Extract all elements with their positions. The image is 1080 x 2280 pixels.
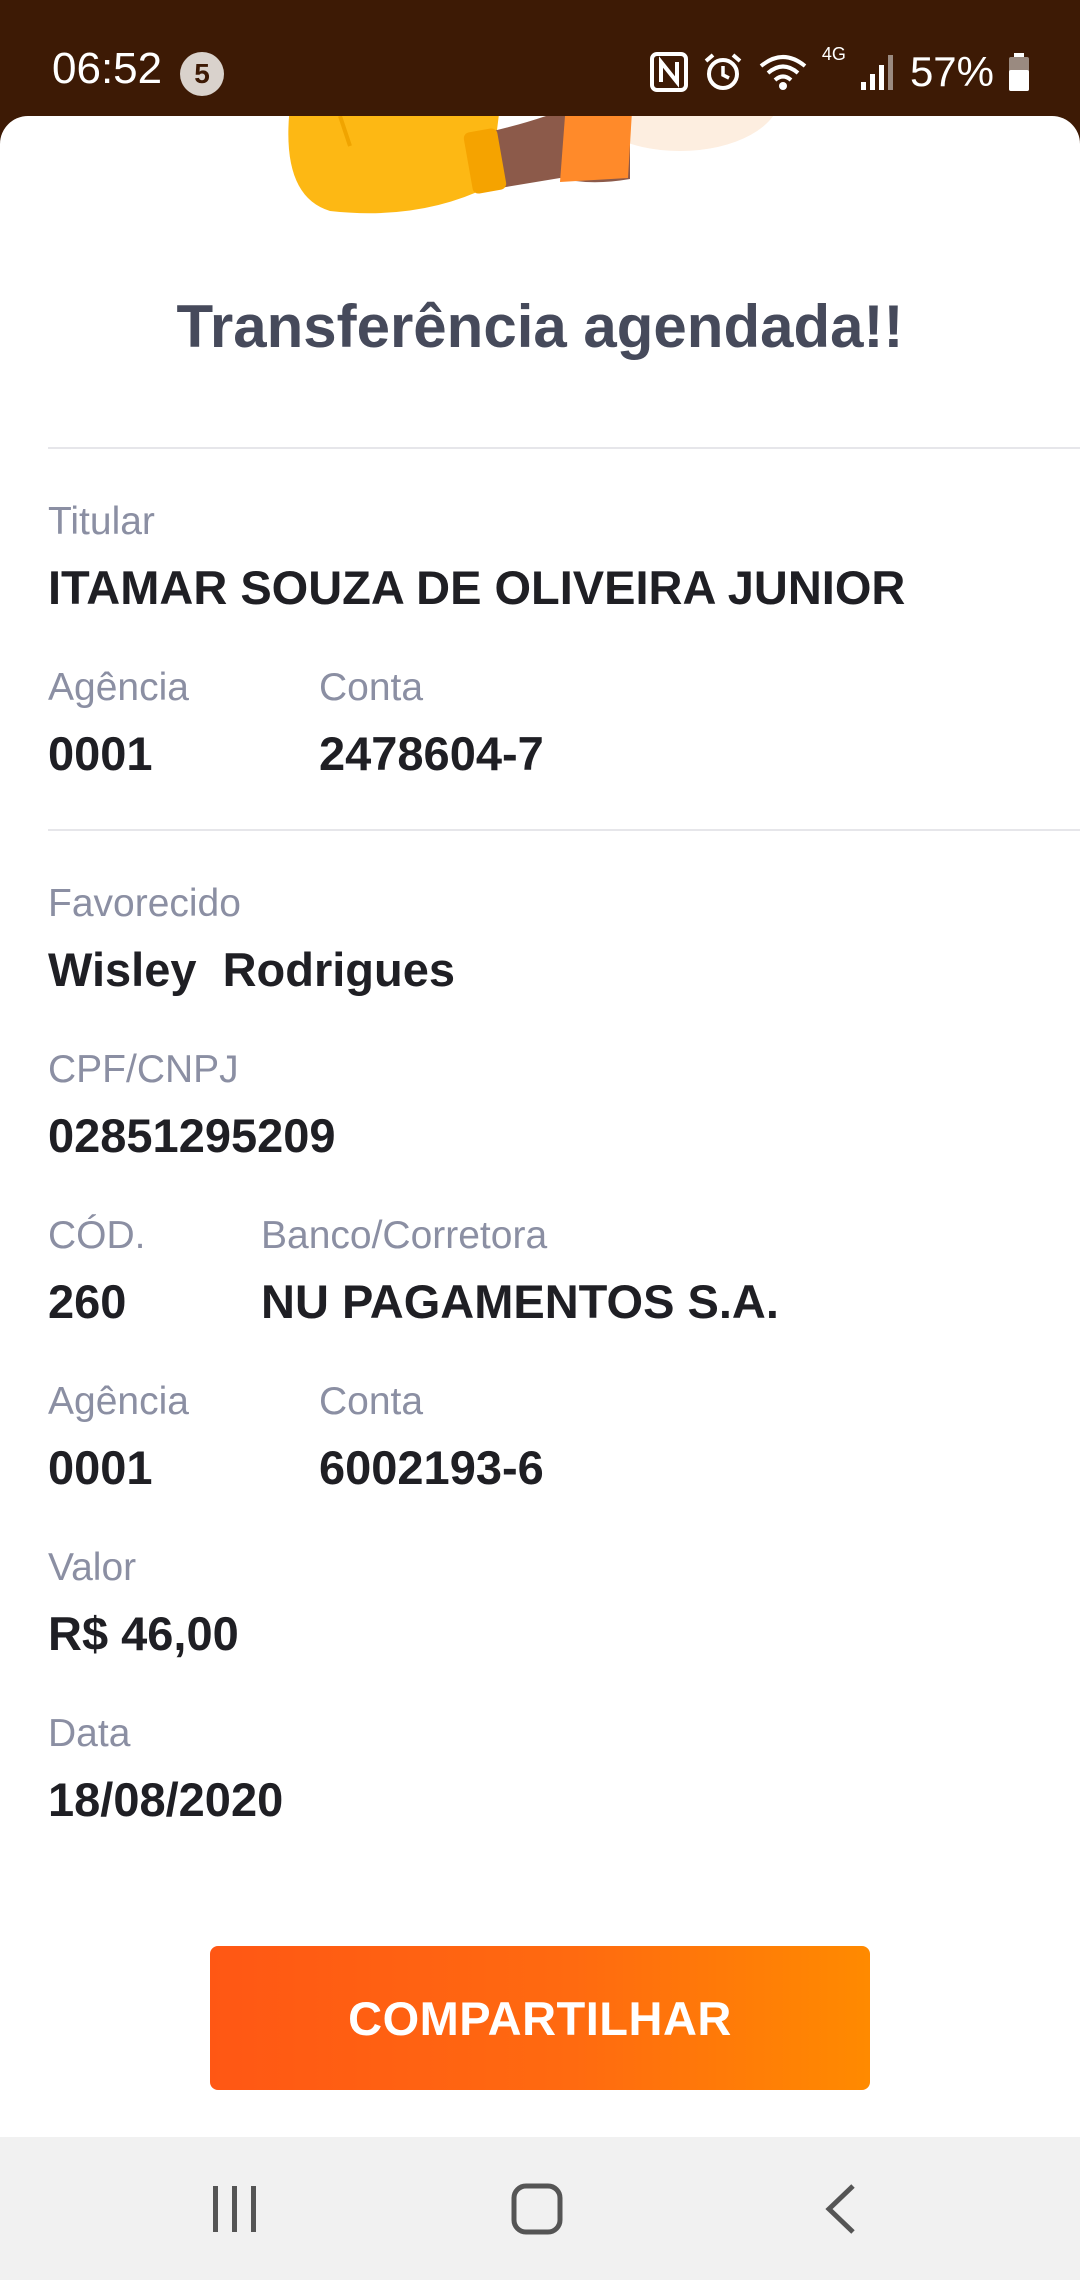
bank-code-label: CÓD.	[48, 1214, 146, 1257]
status-bar: 06:52 5 4G 57%	[0, 0, 1080, 118]
bank-name-value: NU PAGAMENTOS S.A.	[261, 1275, 779, 1328]
home-button[interactable]	[437, 2137, 637, 2280]
data-label: Data	[48, 1712, 131, 1755]
valor-value: R$ 46,00	[48, 1607, 239, 1660]
titular-conta-label: Conta	[319, 666, 424, 709]
favorecido-agencia-label: Agência	[48, 1380, 189, 1423]
titular-name: ITAMAR SOUZA DE OLIVEIRA JUNIOR	[48, 561, 906, 614]
back-icon	[825, 2183, 855, 2234]
cpf-cnpj-value: 02851295209	[48, 1109, 336, 1162]
titular-agencia-value: 0001	[48, 727, 153, 780]
status-time: 06:52	[52, 44, 163, 93]
system-nav-bar	[0, 2137, 1080, 2280]
recent-apps-icon	[213, 2185, 256, 2232]
cpf-cnpj-label: CPF/CNPJ	[48, 1048, 239, 1091]
favorecido-conta-value: 6002193-6	[319, 1441, 544, 1494]
bank-code-value: 260	[48, 1275, 127, 1328]
valor-label: Valor	[48, 1546, 137, 1589]
transfer-receipt-sheet: Transferência agendada!! Titular ITAMAR …	[0, 116, 1080, 2137]
signal-icon	[860, 52, 896, 92]
titular-agencia-label: Agência	[48, 666, 189, 709]
home-icon	[511, 2183, 563, 2234]
titular-label: Titular	[48, 500, 155, 543]
recent-apps-button[interactable]	[135, 2137, 335, 2280]
illustration-image	[288, 116, 774, 214]
wifi-icon	[758, 52, 808, 92]
status-icons: 4G 57%	[649, 44, 1030, 100]
battery-percent: 57%	[909, 48, 994, 95]
network-type-label: 4G	[821, 44, 846, 64]
page-title: Transferência agendada!!	[176, 293, 904, 360]
notification-count-badge: 5	[180, 52, 224, 96]
favorecido-agencia-value: 0001	[48, 1441, 153, 1494]
back-button[interactable]	[740, 2137, 940, 2280]
titular-conta-value: 2478604-7	[319, 727, 544, 780]
divider	[48, 447, 1080, 449]
favorecido-label: Favorecido	[48, 882, 241, 925]
battery-icon	[1008, 52, 1030, 92]
alarm-icon	[702, 51, 744, 93]
favorecido-name: Wisley Rodrigues	[48, 943, 456, 996]
data-value: 18/08/2020	[48, 1773, 284, 1826]
nfc-icon	[649, 52, 688, 92]
divider	[48, 829, 1080, 831]
share-button[interactable]: COMPARTILHAR	[210, 1946, 870, 2090]
bank-name-label: Banco/Corretora	[261, 1214, 548, 1257]
favorecido-conta-label: Conta	[319, 1380, 424, 1423]
